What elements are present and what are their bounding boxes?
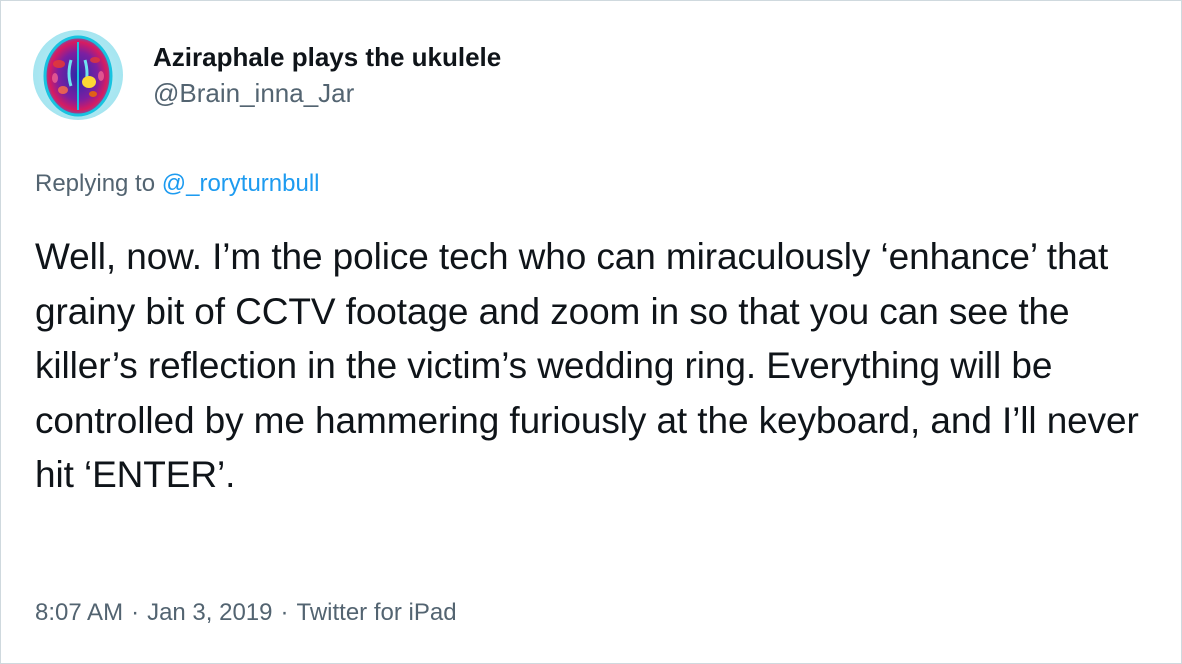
meta-separator: · bbox=[131, 599, 140, 626]
tweet-time[interactable]: 8:07 AM bbox=[35, 599, 123, 626]
tweet-date[interactable]: Jan 3, 2019 bbox=[147, 599, 272, 626]
replying-to: Replying to @_roryturnbull bbox=[35, 169, 320, 199]
tweet-card: Aziraphale plays the ukulele @Brain_inna… bbox=[0, 0, 1182, 664]
avatar[interactable] bbox=[33, 30, 123, 120]
author-display-name[interactable]: Aziraphale plays the ukulele bbox=[153, 41, 501, 73]
author-handle[interactable]: @Brain_inna_Jar bbox=[153, 77, 501, 109]
replying-to-label: Replying to bbox=[35, 170, 156, 197]
tweet-text: Well, now. I’m the police tech who can m… bbox=[35, 236, 1139, 495]
tweet-meta: 8:07 AM · Jan 3, 2019 · Twitter for iPad bbox=[35, 598, 457, 628]
reply-mention-link[interactable]: @_roryturnbull bbox=[162, 170, 320, 197]
tweet-header: Aziraphale plays the ukulele @Brain_inna… bbox=[33, 30, 501, 120]
author-names: Aziraphale plays the ukulele @Brain_inna… bbox=[153, 41, 501, 109]
tweet-source[interactable]: Twitter for iPad bbox=[297, 599, 457, 626]
brain-scan-icon bbox=[33, 30, 123, 120]
meta-separator: · bbox=[280, 599, 289, 626]
